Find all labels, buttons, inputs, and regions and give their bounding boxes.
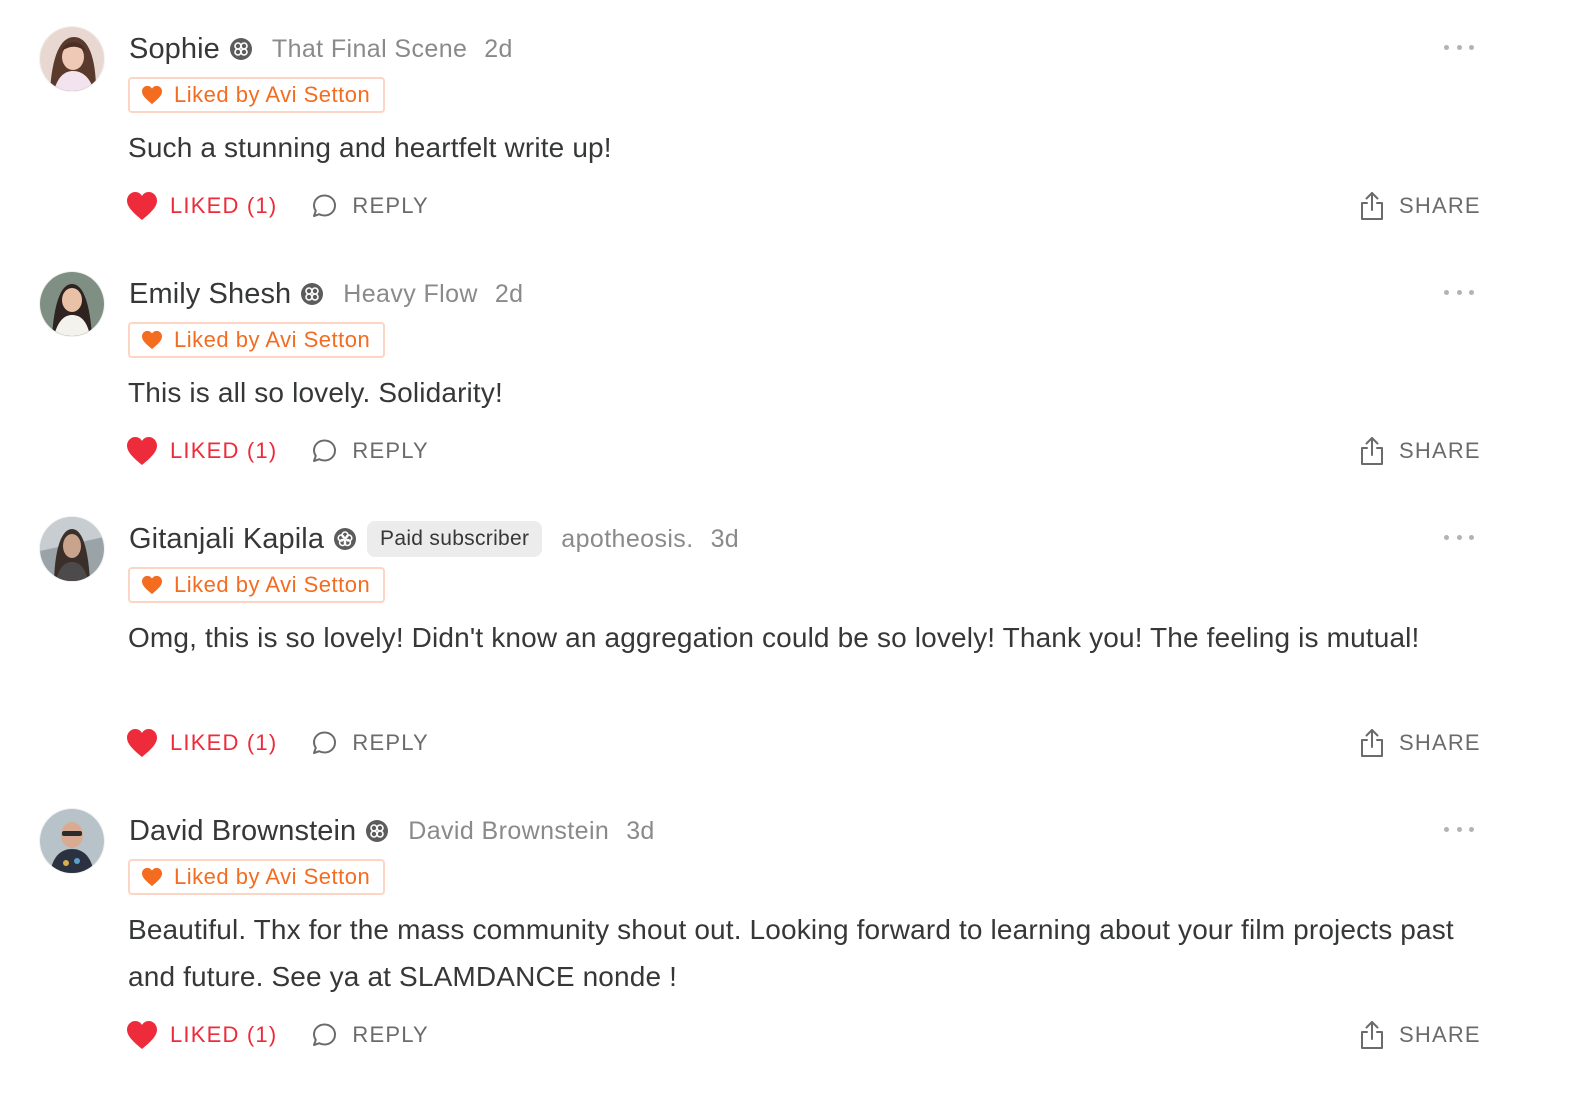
- share-label: SHARE: [1399, 438, 1481, 463]
- subscriber-badge-icon: [301, 283, 324, 305]
- reply-label: REPLY: [352, 730, 429, 755]
- subscriber-badge-icon: [366, 820, 389, 842]
- author-name[interactable]: David Brownstein: [129, 815, 356, 848]
- more-options-icon[interactable]: [1444, 527, 1474, 547]
- comment-timestamp[interactable]: 3d: [711, 525, 739, 554]
- author-name[interactable]: Gitanjali Kapila: [129, 523, 324, 556]
- heart-icon: [142, 330, 162, 350]
- heart-icon: [142, 85, 162, 105]
- paid-subscriber-tag: Paid subscriber: [367, 521, 543, 557]
- author-name[interactable]: Sophie: [129, 33, 220, 66]
- reply-label: REPLY: [352, 438, 429, 463]
- chat-bubble-icon: [313, 194, 337, 217]
- share-button[interactable]: SHARE: [1357, 723, 1481, 763]
- avatar[interactable]: [40, 809, 104, 873]
- heart-filled-icon: [127, 437, 157, 465]
- share-label: SHARE: [1399, 193, 1481, 218]
- reply-label: REPLY: [352, 193, 429, 218]
- share-label: SHARE: [1399, 1022, 1481, 1047]
- like-label: LIKED (1): [170, 438, 278, 463]
- author-name[interactable]: Emily Shesh: [129, 278, 291, 311]
- heart-icon: [142, 867, 162, 887]
- liked-by-label: Liked by Avi Setton: [174, 572, 371, 597]
- chat-bubble-icon: [313, 731, 337, 754]
- like-button[interactable]: LIKED (1): [126, 1020, 277, 1050]
- share-button[interactable]: SHARE: [1357, 431, 1481, 471]
- liked-by-label: Liked by Avi Setton: [174, 327, 371, 352]
- avatar[interactable]: [40, 27, 104, 91]
- chat-bubble-icon: [313, 1023, 337, 1046]
- share-icon: [1361, 192, 1383, 220]
- comment-timestamp[interactable]: 3d: [626, 817, 654, 846]
- liked-by-label: Liked by Avi Setton: [174, 864, 371, 889]
- avatar[interactable]: [40, 272, 104, 336]
- reply-button[interactable]: REPLY: [309, 1020, 429, 1050]
- comment-meta: Sophie That Final Scene 2d: [129, 28, 513, 70]
- comment-meta: Gitanjali Kapila Paid subscriber apotheo…: [129, 518, 739, 560]
- heart-filled-icon: [127, 1021, 157, 1049]
- share-button[interactable]: SHARE: [1357, 1015, 1481, 1055]
- share-icon: [1361, 1021, 1383, 1049]
- reply-label: REPLY: [352, 1022, 429, 1047]
- like-label: LIKED (1): [170, 730, 278, 755]
- reply-button[interactable]: REPLY: [309, 191, 429, 221]
- publication-name[interactable]: That Final Scene: [272, 35, 467, 64]
- avatar[interactable]: [40, 517, 104, 581]
- heart-icon: [142, 575, 162, 595]
- share-button[interactable]: SHARE: [1357, 186, 1481, 226]
- more-options-icon[interactable]: [1444, 37, 1474, 57]
- reply-button[interactable]: REPLY: [309, 728, 429, 758]
- reply-button[interactable]: REPLY: [309, 436, 429, 466]
- heart-filled-icon: [127, 192, 157, 220]
- comment-timestamp[interactable]: 2d: [495, 280, 523, 309]
- comment-body: Such a stunning and heartfelt write up!: [128, 132, 612, 163]
- publication-name[interactable]: Heavy Flow: [343, 280, 478, 309]
- like-label: LIKED (1): [170, 1022, 278, 1047]
- comment-body: This is all so lovely. Solidarity!: [128, 377, 503, 408]
- liked-by-author-badge: Liked by Avi Setton: [128, 859, 386, 895]
- like-button[interactable]: LIKED (1): [126, 191, 277, 221]
- comment-body: Beautiful. Thx for the mass community sh…: [128, 914, 1454, 992]
- comment-actions: LIKED (1) REPLY: [126, 1015, 429, 1055]
- comment-actions: LIKED (1) REPLY: [126, 186, 429, 226]
- chat-bubble-icon: [313, 439, 337, 462]
- comment-actions: LIKED (1) REPLY: [126, 431, 429, 471]
- liked-by-author-badge: Liked by Avi Setton: [128, 77, 386, 113]
- share-icon: [1361, 729, 1383, 757]
- comment-timestamp[interactable]: 2d: [484, 35, 512, 64]
- publication-name[interactable]: David Brownstein: [408, 817, 609, 846]
- comment-meta: David Brownstein David Brownstein 3d: [129, 810, 655, 852]
- more-options-icon[interactable]: [1444, 819, 1474, 839]
- like-button[interactable]: LIKED (1): [126, 728, 277, 758]
- subscriber-badge-icon: [229, 38, 252, 60]
- like-button[interactable]: LIKED (1): [126, 436, 277, 466]
- share-label: SHARE: [1399, 730, 1481, 755]
- like-label: LIKED (1): [170, 193, 278, 218]
- subscriber-badge-icon: [334, 528, 357, 550]
- comment-body: Omg, this is so lovely! Didn't know an a…: [128, 622, 1420, 653]
- liked-by-author-badge: Liked by Avi Setton: [128, 567, 386, 603]
- liked-by-label: Liked by Avi Setton: [174, 82, 371, 107]
- share-icon: [1361, 437, 1383, 465]
- liked-by-author-badge: Liked by Avi Setton: [128, 322, 386, 358]
- heart-filled-icon: [127, 729, 157, 757]
- more-options-icon[interactable]: [1444, 282, 1474, 302]
- comment-meta: Emily Shesh Heavy Flow 2d: [129, 273, 523, 315]
- comment-actions: LIKED (1) REPLY: [126, 723, 429, 763]
- publication-name[interactable]: apotheosis.: [561, 525, 693, 554]
